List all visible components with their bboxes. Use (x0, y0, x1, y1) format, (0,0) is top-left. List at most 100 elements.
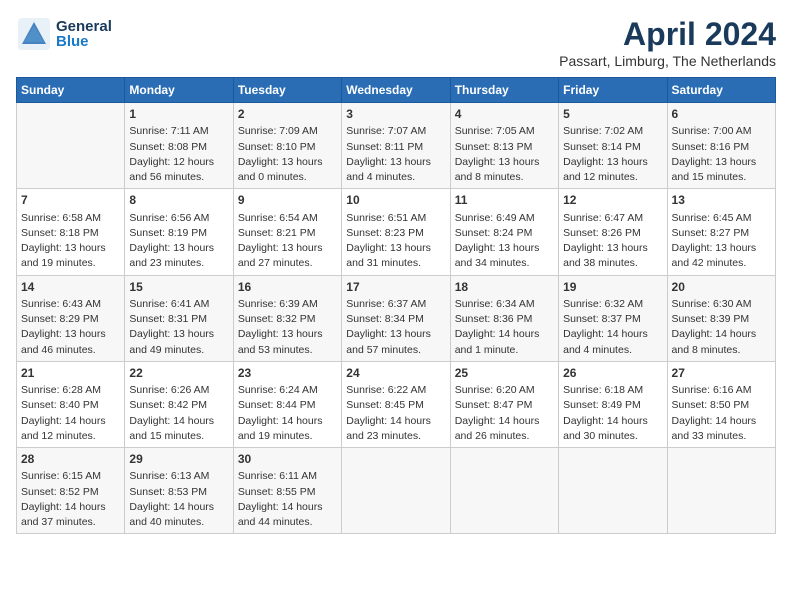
day-number: 11 (455, 192, 554, 209)
day-number: 13 (672, 192, 771, 209)
day-number: 27 (672, 365, 771, 382)
calendar-cell: 19Sunrise: 6:32 AM Sunset: 8:37 PM Dayli… (559, 275, 667, 361)
calendar-cell: 12 Sunrise: 6:47 AM Sunset: 8:26 PM Dayli… (559, 189, 667, 275)
calendar-cell: 1Sunrise: 7:11 AM Sunset: 8:08 PM Daylig… (125, 103, 233, 189)
day-number: 18 (455, 279, 554, 296)
day-info: Sunrise: 6:30 AM Sunset: 8:39 PM Dayligh… (672, 297, 771, 358)
calendar-cell: 6Sunrise: 7:00 AM Sunset: 8:16 PM Daylig… (667, 103, 775, 189)
day-info: Sunrise: 6:43 AM Sunset: 8:29 PM Dayligh… (21, 297, 120, 358)
day-number: 12 (563, 192, 662, 209)
calendar-week-row: 21Sunrise: 6:28 AM Sunset: 8:40 PM Dayli… (17, 361, 776, 447)
day-info: Sunrise: 6:37 AM Sunset: 8:34 PM Dayligh… (346, 297, 445, 358)
day-number: 8 (129, 192, 228, 209)
calendar-cell: 27Sunrise: 6:16 AM Sunset: 8:50 PM Dayli… (667, 361, 775, 447)
calendar-cell: 11 Sunrise: 6:49 AM Sunset: 8:24 PM Dayli… (450, 189, 558, 275)
day-number: 30 (238, 451, 337, 468)
calendar-cell: 8 Sunrise: 6:56 AM Sunset: 8:19 PM Daylig… (125, 189, 233, 275)
page-header: General Blue April 2024 Passart, Limburg… (16, 16, 776, 69)
day-info: Sunrise: 6:34 AM Sunset: 8:36 PM Dayligh… (455, 297, 554, 358)
day-number: 29 (129, 451, 228, 468)
calendar-cell: 5Sunrise: 7:02 AM Sunset: 8:14 PM Daylig… (559, 103, 667, 189)
calendar-cell: 23Sunrise: 6:24 AM Sunset: 8:44 PM Dayli… (233, 361, 341, 447)
day-info: Sunrise: 6:49 AM Sunset: 8:24 PM Dayligh… (455, 211, 554, 272)
day-number: 14 (21, 279, 120, 296)
calendar-cell: 4Sunrise: 7:05 AM Sunset: 8:13 PM Daylig… (450, 103, 558, 189)
day-info: Sunrise: 6:39 AM Sunset: 8:32 PM Dayligh… (238, 297, 337, 358)
col-header-thursday: Thursday (450, 78, 558, 103)
day-info: Sunrise: 6:32 AM Sunset: 8:37 PM Dayligh… (563, 297, 662, 358)
col-header-wednesday: Wednesday (342, 78, 450, 103)
day-info: Sunrise: 6:41 AM Sunset: 8:31 PM Dayligh… (129, 297, 228, 358)
day-info: Sunrise: 6:22 AM Sunset: 8:45 PM Dayligh… (346, 383, 445, 444)
calendar-cell: 7 Sunrise: 6:58 AM Sunset: 8:18 PM Daylig… (17, 189, 125, 275)
day-number: 25 (455, 365, 554, 382)
day-number: 3 (346, 106, 445, 123)
day-info: Sunrise: 7:07 AM Sunset: 8:11 PM Dayligh… (346, 124, 445, 185)
day-number: 26 (563, 365, 662, 382)
day-info: Sunrise: 6:20 AM Sunset: 8:47 PM Dayligh… (455, 383, 554, 444)
day-info: Sunrise: 6:13 AM Sunset: 8:53 PM Dayligh… (129, 469, 228, 530)
day-info: Sunrise: 6:16 AM Sunset: 8:50 PM Dayligh… (672, 383, 771, 444)
day-number: 4 (455, 106, 554, 123)
day-number: 9 (238, 192, 337, 209)
calendar-cell: 30Sunrise: 6:11 AM Sunset: 8:55 PM Dayli… (233, 448, 341, 534)
col-header-sunday: Sunday (17, 78, 125, 103)
calendar-table: SundayMondayTuesdayWednesdayThursdayFrid… (16, 77, 776, 534)
calendar-cell: 16Sunrise: 6:39 AM Sunset: 8:32 PM Dayli… (233, 275, 341, 361)
day-number: 17 (346, 279, 445, 296)
calendar-week-row: 14Sunrise: 6:43 AM Sunset: 8:29 PM Dayli… (17, 275, 776, 361)
calendar-cell: 3Sunrise: 7:07 AM Sunset: 8:11 PM Daylig… (342, 103, 450, 189)
month-year-title: April 2024 (559, 16, 776, 53)
day-number: 5 (563, 106, 662, 123)
day-info: Sunrise: 6:15 AM Sunset: 8:52 PM Dayligh… (21, 469, 120, 530)
day-info: Sunrise: 6:28 AM Sunset: 8:40 PM Dayligh… (21, 383, 120, 444)
day-info: Sunrise: 7:00 AM Sunset: 8:16 PM Dayligh… (672, 124, 771, 185)
day-number: 24 (346, 365, 445, 382)
day-info: Sunrise: 6:24 AM Sunset: 8:44 PM Dayligh… (238, 383, 337, 444)
title-block: April 2024 Passart, Limburg, The Netherl… (559, 16, 776, 69)
calendar-cell (559, 448, 667, 534)
logo-blue: Blue (56, 34, 112, 49)
day-number: 22 (129, 365, 228, 382)
location-subtitle: Passart, Limburg, The Netherlands (559, 53, 776, 69)
col-header-monday: Monday (125, 78, 233, 103)
calendar-cell: 29Sunrise: 6:13 AM Sunset: 8:53 PM Dayli… (125, 448, 233, 534)
day-info: Sunrise: 6:11 AM Sunset: 8:55 PM Dayligh… (238, 469, 337, 530)
day-info: Sunrise: 6:18 AM Sunset: 8:49 PM Dayligh… (563, 383, 662, 444)
calendar-cell (342, 448, 450, 534)
day-info: Sunrise: 6:54 AM Sunset: 8:21 PM Dayligh… (238, 211, 337, 272)
day-info: Sunrise: 6:58 AM Sunset: 8:18 PM Dayligh… (21, 211, 120, 272)
logo: General Blue (16, 16, 112, 52)
calendar-cell: 2Sunrise: 7:09 AM Sunset: 8:10 PM Daylig… (233, 103, 341, 189)
day-number: 15 (129, 279, 228, 296)
calendar-cell: 9 Sunrise: 6:54 AM Sunset: 8:21 PM Daylig… (233, 189, 341, 275)
calendar-week-row: 1Sunrise: 7:11 AM Sunset: 8:08 PM Daylig… (17, 103, 776, 189)
day-number: 6 (672, 106, 771, 123)
day-number: 19 (563, 279, 662, 296)
logo-icon (16, 16, 52, 52)
day-number: 7 (21, 192, 120, 209)
calendar-cell: 22Sunrise: 6:26 AM Sunset: 8:42 PM Dayli… (125, 361, 233, 447)
day-number: 16 (238, 279, 337, 296)
calendar-cell (667, 448, 775, 534)
calendar-header-row: SundayMondayTuesdayWednesdayThursdayFrid… (17, 78, 776, 103)
calendar-cell: 28Sunrise: 6:15 AM Sunset: 8:52 PM Dayli… (17, 448, 125, 534)
col-header-tuesday: Tuesday (233, 78, 341, 103)
day-number: 10 (346, 192, 445, 209)
day-info: Sunrise: 6:47 AM Sunset: 8:26 PM Dayligh… (563, 211, 662, 272)
calendar-cell: 24Sunrise: 6:22 AM Sunset: 8:45 PM Dayli… (342, 361, 450, 447)
col-header-friday: Friday (559, 78, 667, 103)
day-info: Sunrise: 6:56 AM Sunset: 8:19 PM Dayligh… (129, 211, 228, 272)
calendar-cell: 17Sunrise: 6:37 AM Sunset: 8:34 PM Dayli… (342, 275, 450, 361)
col-header-saturday: Saturday (667, 78, 775, 103)
calendar-cell (450, 448, 558, 534)
day-info: Sunrise: 6:26 AM Sunset: 8:42 PM Dayligh… (129, 383, 228, 444)
day-info: Sunrise: 6:45 AM Sunset: 8:27 PM Dayligh… (672, 211, 771, 272)
day-number: 20 (672, 279, 771, 296)
calendar-week-row: 7 Sunrise: 6:58 AM Sunset: 8:18 PM Daylig… (17, 189, 776, 275)
calendar-cell: 25Sunrise: 6:20 AM Sunset: 8:47 PM Dayli… (450, 361, 558, 447)
calendar-cell: 13 Sunrise: 6:45 AM Sunset: 8:27 PM Dayli… (667, 189, 775, 275)
day-number: 23 (238, 365, 337, 382)
day-number: 1 (129, 106, 228, 123)
calendar-cell: 26Sunrise: 6:18 AM Sunset: 8:49 PM Dayli… (559, 361, 667, 447)
